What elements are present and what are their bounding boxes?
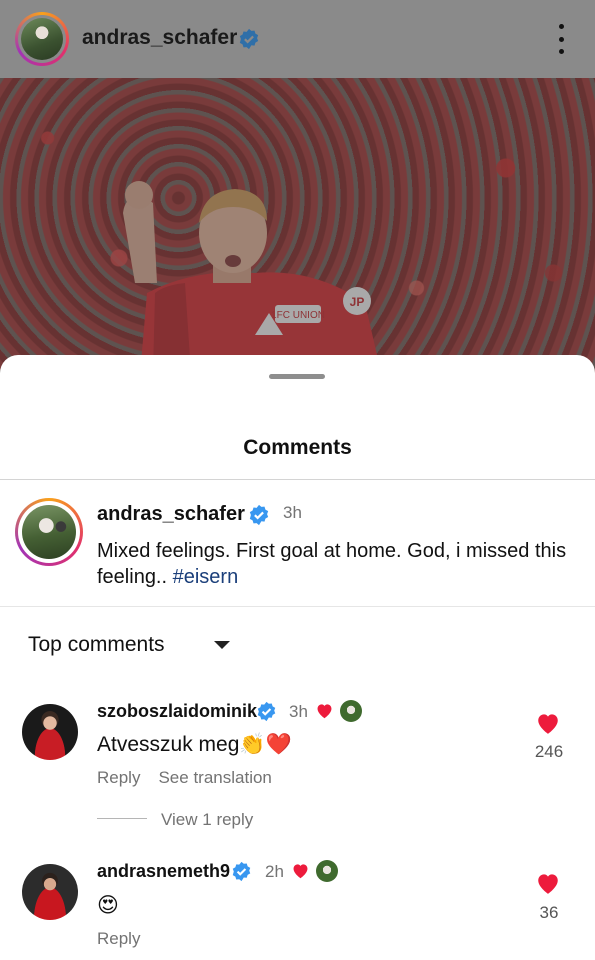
post-author-username[interactable]: andras_schafer [82, 26, 237, 50]
divider [0, 606, 595, 607]
comment-actions: Reply See translation [97, 768, 290, 788]
comment-actions: Reply [97, 929, 158, 949]
comment-text: 😍 [97, 894, 119, 917]
sheet-drag-handle[interactable] [269, 374, 325, 379]
verified-badge-icon [238, 28, 260, 55]
comment-username[interactable]: andrasnemeth9 [97, 861, 230, 882]
verified-badge-icon [248, 504, 270, 531]
comment-author-avatar[interactable] [22, 704, 78, 760]
comments-sheet: Comments andras_schafer 3h Mixed feeling… [0, 355, 595, 960]
chevron-down-icon[interactable] [214, 641, 230, 649]
view-replies-button[interactable]: View 1 reply [161, 810, 253, 830]
like-heart-icon[interactable] [535, 871, 561, 900]
caption-body: Mixed feelings. First goal at home. God,… [97, 540, 567, 588]
caption-timestamp: 3h [283, 503, 302, 522]
like-count: 246 [534, 742, 564, 761]
reply-button[interactable]: Reply [97, 768, 140, 787]
caption-hashtag-link[interactable]: #eisern [173, 566, 239, 588]
divider [0, 479, 595, 480]
verified-badge-icon [256, 701, 277, 727]
more-options-icon[interactable] [552, 24, 570, 54]
liked-by-author-avatar-icon [316, 860, 338, 882]
comment-text: Atvesszuk meg👏❤️ [97, 733, 292, 756]
reply-button[interactable]: Reply [97, 929, 140, 948]
sort-comments-dropdown[interactable]: Top comments [28, 633, 165, 657]
author-liked-heart-icon [315, 702, 334, 724]
see-translation-button[interactable]: See translation [158, 768, 271, 787]
like-heart-icon[interactable] [535, 711, 561, 740]
comment-timestamp: 3h [289, 702, 308, 721]
like-count: 36 [539, 903, 559, 922]
post-author-avatar[interactable] [15, 12, 69, 66]
caption-author-avatar[interactable] [15, 498, 83, 566]
sheet-title: Comments [243, 436, 352, 459]
liked-by-author-avatar-icon [340, 700, 362, 722]
post-header: andras_schafer [0, 0, 595, 78]
verified-badge-icon [231, 861, 252, 887]
post-image: 1FC UNION JP [0, 78, 595, 378]
comment-username[interactable]: szoboszlaidominik [97, 701, 257, 722]
caption-text: Mixed feelings. First goal at home. God,… [97, 538, 567, 590]
caption-username[interactable]: andras_schafer [97, 503, 245, 526]
comment-timestamp: 2h [265, 862, 284, 881]
author-liked-heart-icon [291, 862, 310, 884]
comment-author-avatar[interactable] [22, 864, 78, 920]
divider [97, 818, 147, 819]
